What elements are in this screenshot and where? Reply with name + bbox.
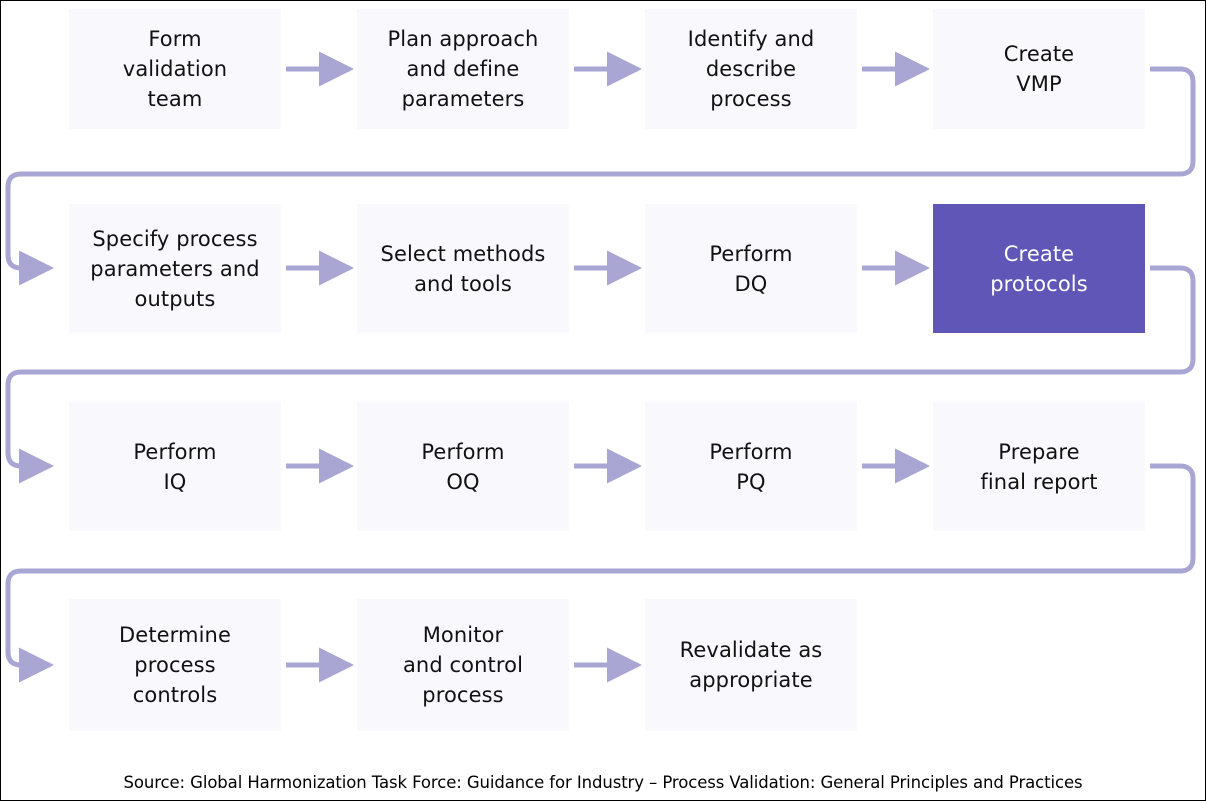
node-identify-describe-process[interactable]: Identify and describe process — [645, 9, 857, 129]
node-label: Form validation team — [122, 27, 228, 111]
node-create-vmp[interactable]: Create VMP — [933, 9, 1145, 129]
node-label: Create VMP — [1003, 42, 1075, 96]
node-label: Revalidate as appropriate — [679, 638, 823, 692]
node-label: Create protocols — [990, 241, 1088, 296]
node-create-protocols[interactable]: Create protocols — [933, 204, 1145, 333]
node-perform-oq[interactable]: Perform OQ — [357, 402, 569, 531]
node-label: Perform IQ — [133, 439, 217, 494]
node-label: Perform OQ — [421, 439, 505, 494]
node-label: Determine process controls — [119, 623, 231, 707]
node-form-validation-team[interactable]: Form validation team — [69, 9, 281, 129]
source-caption: Source: Global Harmonization Task Force:… — [123, 773, 1083, 792]
node-specify-process-parameters[interactable]: Specify process parameters and outputs — [69, 204, 281, 333]
node-perform-iq[interactable]: Perform IQ — [69, 402, 281, 531]
node-monitor-control-process[interactable]: Monitor and control process — [357, 599, 569, 731]
node-perform-dq[interactable]: Perform DQ — [645, 204, 857, 333]
node-label: Select methods and tools — [380, 241, 546, 296]
node-perform-pq[interactable]: Perform PQ — [645, 402, 857, 531]
node-label: Specify process parameters and outputs — [90, 226, 260, 311]
node-label: Perform PQ — [709, 439, 793, 494]
flowchart-canvas: Form validation team Plan approach and d… — [0, 0, 1206, 801]
node-prepare-final-report[interactable]: Prepare final report — [933, 402, 1145, 531]
node-label: Identify and describe process — [687, 27, 815, 111]
node-label: Plan approach and define parameters — [387, 27, 539, 111]
node-determine-process-controls[interactable]: Determine process controls — [69, 599, 281, 731]
node-label: Perform DQ — [709, 241, 793, 296]
node-plan-approach[interactable]: Plan approach and define parameters — [357, 9, 569, 129]
node-label: Prepare final report — [980, 439, 1098, 494]
node-select-methods-tools[interactable]: Select methods and tools — [357, 204, 569, 333]
node-revalidate-as-appropriate[interactable]: Revalidate as appropriate — [645, 599, 857, 731]
node-label: Monitor and control process — [402, 623, 524, 707]
